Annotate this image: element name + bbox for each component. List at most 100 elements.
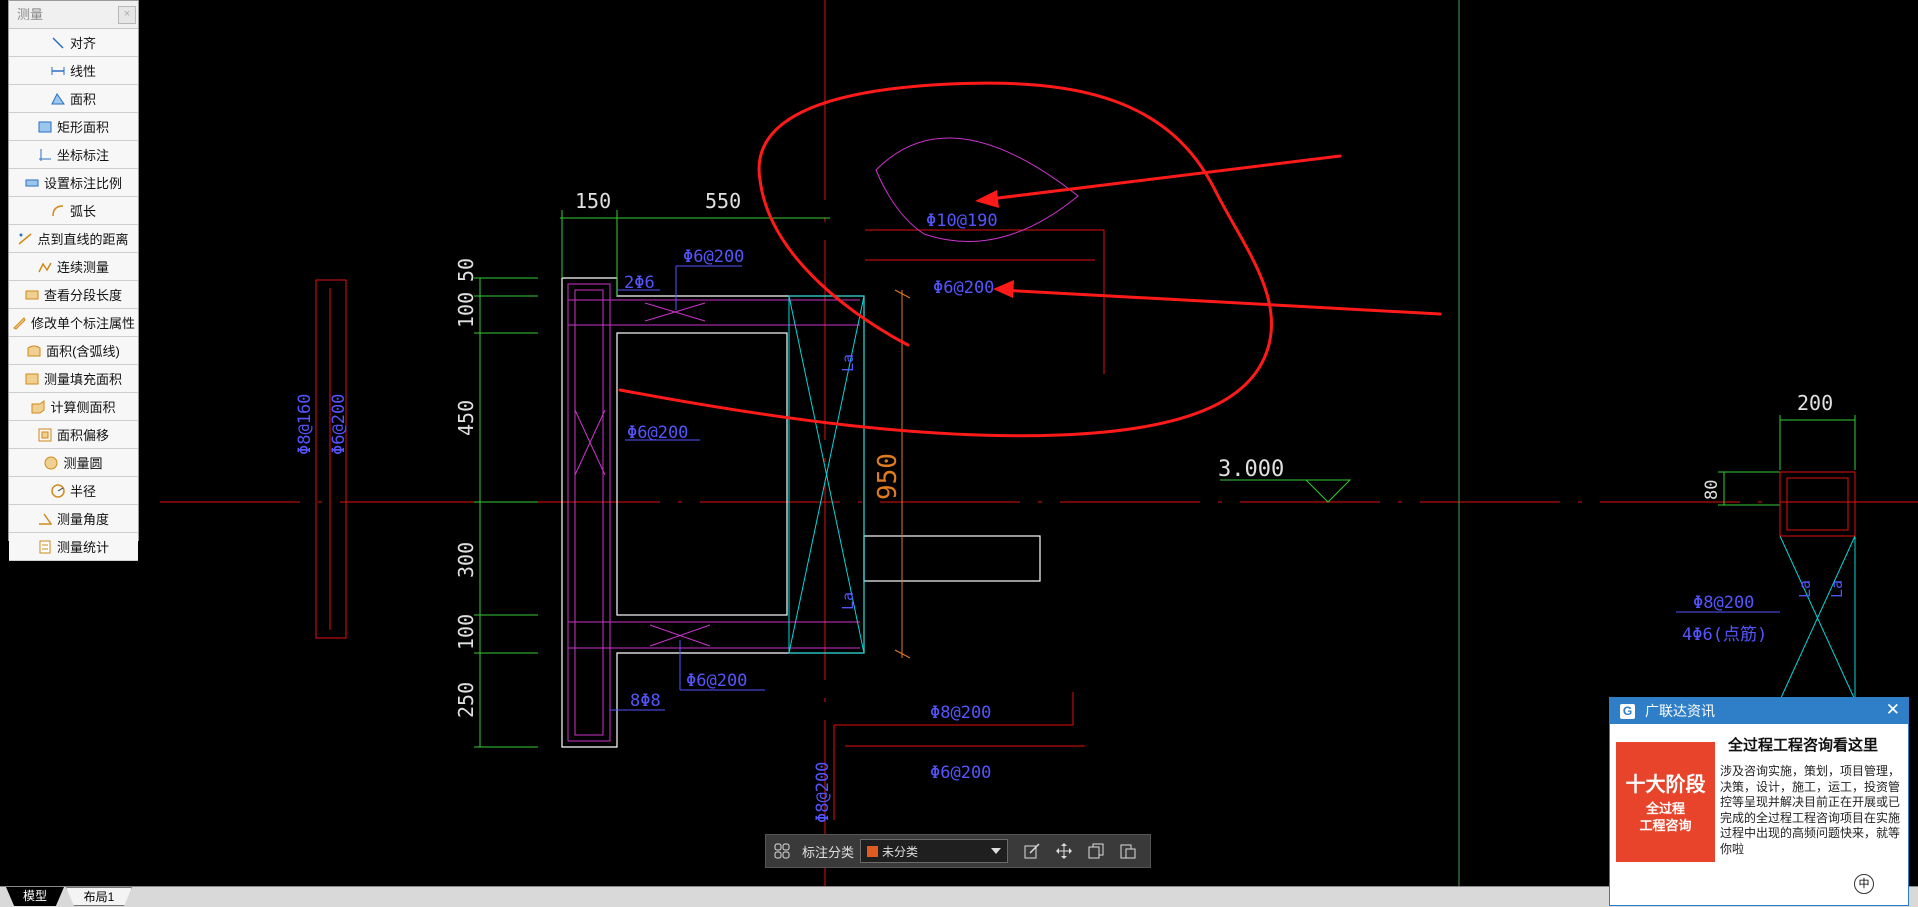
rect-area-icon [38, 120, 52, 134]
palette-item-label: 测量角度 [56, 512, 109, 527]
move-icon[interactable] [1054, 841, 1074, 861]
palette-item-label: 半径 [69, 484, 96, 499]
palette-item-segment-length[interactable]: 查看分段长度 [9, 281, 138, 309]
arc-icon [51, 204, 65, 218]
category-color-swatch [867, 845, 879, 857]
dim-300: 300 [454, 542, 478, 578]
rebar-label-phi8-160: Φ8@160 [295, 394, 315, 455]
palette-item-fill-area[interactable]: 测量填充面积 [9, 365, 138, 393]
rebar-label-phi6-200-bottom: Φ6@200 [686, 671, 747, 691]
statistics-icon [38, 540, 52, 554]
x-ties [574, 302, 711, 647]
palette-item-area-offset[interactable]: 面积偏移 [9, 421, 138, 449]
palette-item-label: 计算侧面积 [50, 400, 116, 415]
rebar-label-phi6-200-top: Φ6@200 [683, 247, 744, 267]
main-section-outline [561, 277, 1041, 748]
rebar-label-phi6-200-low: Φ6@200 [930, 763, 991, 783]
area-offset-icon [38, 428, 52, 442]
palette-item-side-area[interactable]: 计算侧面积 [9, 393, 138, 421]
palette-item-label: 面积 [69, 92, 96, 107]
palette-item-continuous[interactable]: 连续测量 [9, 253, 138, 281]
palette-item-label: 测量统计 [56, 540, 109, 555]
palette-item-angle[interactable]: 测量角度 [9, 505, 138, 533]
palette-item-label: 矩形面积 [56, 120, 109, 135]
elevation-triangle [1304, 479, 1352, 503]
dim-250: 250 [454, 682, 478, 718]
palette-item-set-scale[interactable]: 设置标注比例 [9, 169, 138, 197]
palette-item-label: 查看分段长度 [43, 288, 122, 303]
anchor-la-4: La [1828, 580, 1846, 598]
paste-icon[interactable] [1118, 841, 1138, 861]
rebar-label-phi8-200-right: Φ8@200 [1693, 593, 1754, 613]
banner-subtitle: 全过程 工程咨询 [1616, 800, 1715, 834]
coordinate-icon [38, 148, 52, 162]
news-article-title[interactable]: 全过程工程咨询看这里 [1728, 734, 1878, 755]
chevron-down-icon [991, 848, 1002, 854]
tab-layout1[interactable]: 布局1 [66, 887, 132, 906]
palette-item-arc-length[interactable]: 弧长 [9, 197, 138, 225]
copy-icon[interactable] [1086, 841, 1106, 861]
rebar-label-4phi6: 4Φ6(点筋) [1682, 625, 1767, 645]
anchor-la-3: La [1796, 580, 1814, 598]
dim-200: 200 [1797, 391, 1833, 415]
dim-550: 550 [705, 189, 741, 213]
palette-item-coordinate[interactable]: 坐标标注 [9, 141, 138, 169]
annotation-category-label: 标注分类 [802, 844, 855, 860]
palette-item-linear[interactable]: 线性 [9, 57, 138, 85]
palette-item-rect-area[interactable]: 矩形面积 [9, 113, 138, 141]
continuous-icon [38, 260, 52, 274]
palette-item-area-arc[interactable]: 面积(含弧线) [9, 337, 138, 365]
area-icon [51, 92, 65, 106]
align-icon [51, 36, 65, 50]
palette-item-area[interactable]: 面积 [9, 85, 138, 113]
news-article-body: 涉及咨询实施，策划，项目管理，决策，设计，施工，运工，投资管控等呈现并解决目前正… [1720, 764, 1901, 856]
scale-icon [25, 176, 39, 190]
edit-icon[interactable] [1022, 841, 1042, 861]
rebar-label-phi10-190: Φ10@190 [926, 211, 998, 231]
annotation-category-select[interactable]: 未分类 [860, 839, 1009, 863]
news-popup-header: G 广联达资讯 ✕ [1610, 698, 1908, 724]
rebar-label-phi6-200-mid: Φ6@200 [627, 423, 688, 443]
palette-item-label: 对齐 [69, 36, 96, 51]
palette-item-measure-circle[interactable]: 测量圆 [9, 449, 138, 477]
modify-icon [12, 316, 26, 330]
news-popup: G 广联达资讯 ✕ 十大阶段 全过程 工程咨询 全过程工程咨询看这里 涉及咨询实… [1609, 697, 1909, 906]
dim-100-top: 100 [454, 292, 478, 328]
palette-item-label: 连续测量 [56, 260, 109, 275]
palette-item-label: 点到直线的距离 [37, 232, 129, 247]
banner-headline: 十大阶段 [1625, 774, 1706, 796]
palette-title-text: 测量 [17, 7, 44, 22]
palette-item-label: 面积(含弧线) [46, 344, 120, 359]
palette-item-label: 坐标标注 [56, 148, 109, 163]
dim-100-bottom: 100 [454, 614, 478, 650]
palette-item-point-line-distance[interactable]: 点到直线的距离 [9, 225, 138, 253]
news-popup-title: 广联达资讯 [1645, 703, 1715, 719]
red-arrowhead-2 [993, 280, 1014, 298]
news-banner-image[interactable]: 十大阶段 全过程 工程咨询 [1616, 742, 1715, 862]
palette-item-label: 设置标注比例 [43, 176, 122, 191]
layout-grid-icon[interactable] [772, 841, 792, 861]
palette-item-modify-dim[interactable]: 修改单个标注属性 [9, 309, 138, 337]
annotation-category-value: 未分类 [882, 844, 919, 859]
fill-area-icon [25, 372, 39, 386]
rebar-label-phi6-200-left: Φ6@200 [329, 394, 349, 455]
rebar-label-phi8-200-low: Φ8@200 [930, 703, 991, 723]
banner-subtitle-line-1: 全过程 [1645, 801, 1685, 816]
dim-50: 50 [454, 258, 478, 282]
banner-subtitle-line-2: 工程咨询 [1639, 818, 1692, 833]
rebar-label-2phi6: 2Φ6 [624, 273, 655, 293]
palette-item-align[interactable]: 对齐 [9, 29, 138, 57]
tab-model[interactable]: 模型 [6, 887, 64, 906]
red-arrowhead-1 [975, 190, 999, 208]
news-close-button[interactable]: ✕ [1886, 700, 1900, 720]
palette-close-button[interactable]: × [118, 6, 136, 24]
left-column-section [315, 279, 347, 639]
point-line-icon [18, 232, 32, 246]
palette-item-label: 弧长 [69, 204, 96, 219]
ime-indicator[interactable]: 中 [1854, 874, 1874, 894]
palette-item-radius[interactable]: 半径 [9, 477, 138, 505]
palette-item-label: 测量圆 [63, 456, 103, 471]
palette-item-statistics[interactable]: 测量统计 [9, 533, 138, 561]
dim-80: 80 [1702, 480, 1722, 500]
segment-icon [25, 288, 39, 302]
